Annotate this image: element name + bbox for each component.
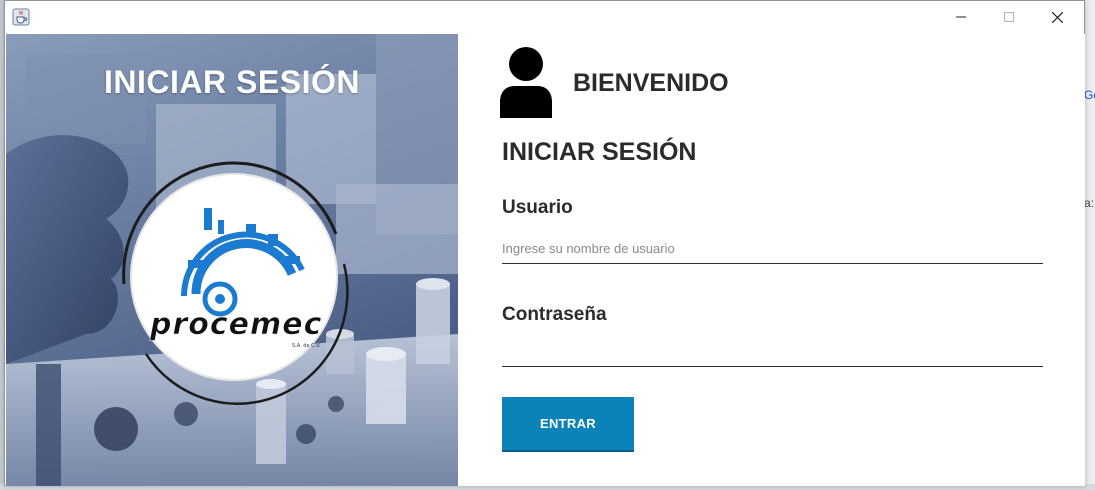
maximize-icon <box>1004 12 1014 22</box>
minimize-button[interactable] <box>938 1 984 33</box>
procemec-logo: procemec S.A. de C.V. <box>122 161 349 405</box>
maximize-button[interactable] <box>986 1 1032 33</box>
minimize-icon <box>956 16 966 18</box>
login-banner: INICIAR SESIÓN procemec S.A. de C.V. <box>6 34 458 486</box>
logo-wordmark: procemec <box>149 307 322 342</box>
welcome-heading: BIENVENIDO <box>573 69 729 97</box>
background-link-fragment: Ge <box>1084 88 1095 102</box>
username-input[interactable] <box>502 233 1043 264</box>
form-title: INICIAR SESIÓN <box>502 138 697 166</box>
user-icon <box>500 47 552 118</box>
login-window: INICIAR SESIÓN procemec S.A. de C.V. BIE… <box>4 0 1085 486</box>
username-label: Usuario <box>502 197 573 218</box>
password-label: Contraseña <box>502 304 607 325</box>
logo-subtitle: S.A. de C.V. <box>292 343 321 349</box>
login-form-panel: BIENVENIDO INICIAR SESIÓN Usuario Contra… <box>458 34 1085 486</box>
close-button[interactable] <box>1034 1 1080 33</box>
java-cup-icon <box>12 8 30 26</box>
title-bar <box>5 1 1084 33</box>
close-icon <box>1051 11 1063 23</box>
password-input[interactable] <box>502 336 1043 367</box>
background-text-fragment: a: <box>1084 196 1095 210</box>
login-button[interactable]: ENTRAR <box>502 397 634 452</box>
background-app <box>1085 0 1095 490</box>
